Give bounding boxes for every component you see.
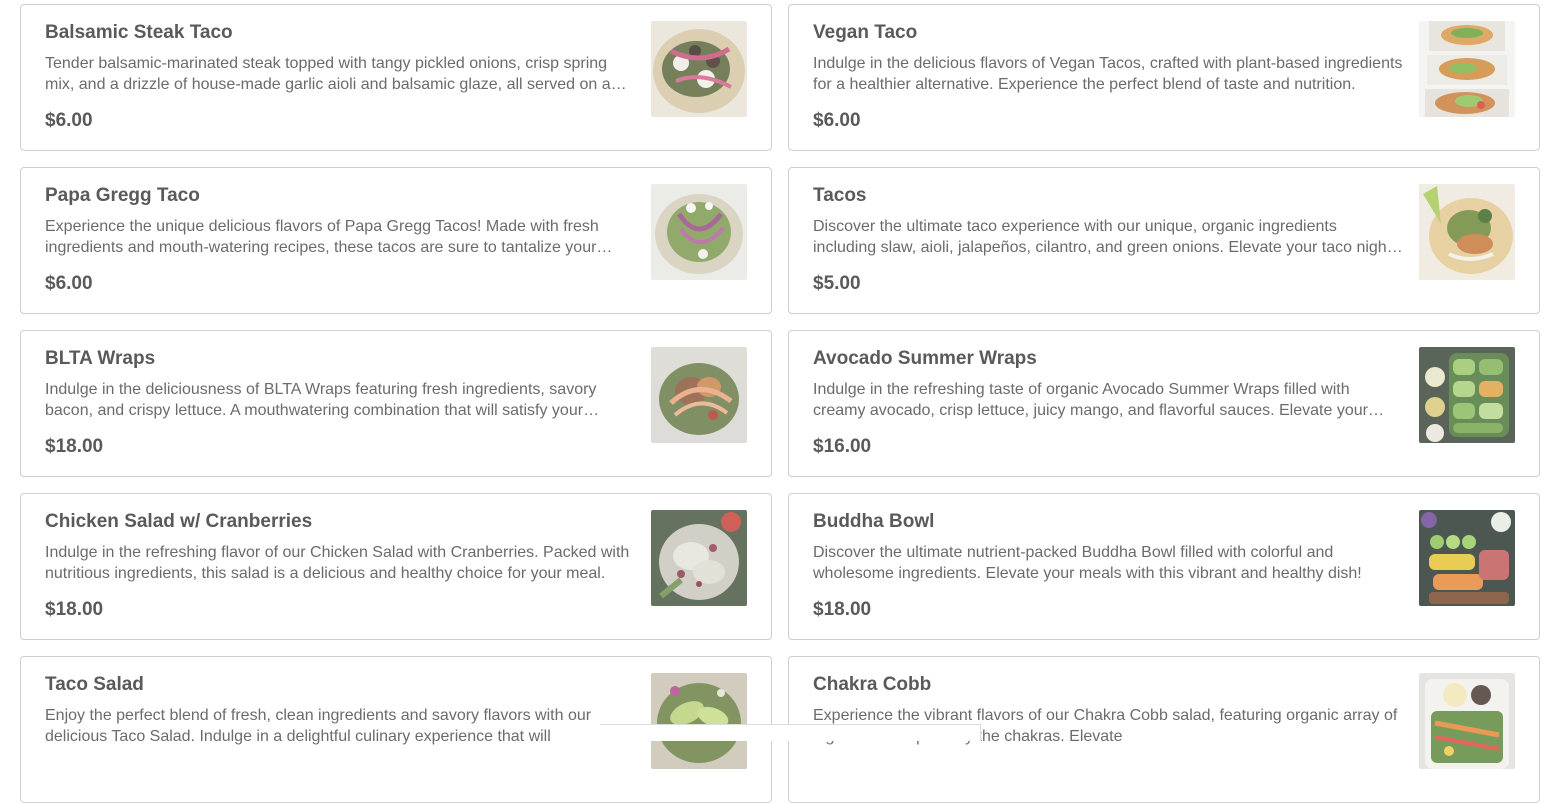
menu-item-name: Taco Salad [45,674,144,695]
chakra-cobb-photo [1419,673,1515,769]
papa-gregg-taco-photo [651,184,747,280]
chicken-salad-photo [651,510,747,606]
menu-item-price: $16.00 [813,436,872,457]
menu-item-description: Indulge in the deliciousness of BLTA Wra… [45,381,597,419]
menu-item-text: Buddha Bowl Discover the ultimate nutrie… [813,510,1403,584]
vegan-taco-photo [1419,21,1515,117]
menu-item-card[interactable]: BLTA Wraps Indulge in the deliciousness … [20,330,772,477]
menu-item-name: Chakra Cobb [813,674,932,695]
menu-item-price: $18.00 [813,599,872,620]
menu-item-name: Buddha Bowl [813,511,935,532]
menu-item-text: Tacos Discover the ultimate taco experie… [813,184,1403,258]
menu-item-price: $18.00 [45,599,104,620]
buddha-bowl-photo [1419,510,1515,606]
menu-item-text: Taco Salad Enjoy the perfect blend of fr… [45,673,635,747]
menu-item-card[interactable]: Chicken Salad w/ Cranberries Indulge in … [20,493,772,640]
menu-item-description: Indulge in the refreshing flavor of our … [45,544,630,582]
menu-item-card[interactable]: Balsamic Steak Taco Tender balsamic-mari… [20,4,772,151]
menu-item-description: Discover the ultimate taco experience wi… [813,218,1392,256]
menu-item-card[interactable]: Vegan Taco Indulge in the delicious flav… [788,4,1540,151]
menu-item-description: Discover the ultimate nutrient-packed Bu… [813,544,1362,582]
menu-item-card[interactable]: Tacos Discover the ultimate taco experie… [788,167,1540,314]
steak-taco-photo [651,21,747,117]
menu-item-name: Avocado Summer Wraps [813,348,1037,369]
menu-item-name: BLTA Wraps [45,348,156,369]
menu-item-description: Tender balsamic-marinated steak topped w… [45,55,611,93]
menu-item-price: $6.00 [45,273,93,294]
menu-item-name: Chicken Salad w/ Cranberries [45,511,313,532]
menu-item-price: $5.00 [813,273,861,294]
menu-item-name: Tacos [813,185,867,206]
menu-item-text: Papa Gregg Taco Experience the unique de… [45,184,635,258]
menu-item-card[interactable]: Avocado Summer Wraps Indulge in the refr… [788,330,1540,477]
menu-item-text: Avocado Summer Wraps Indulge in the refr… [813,347,1403,421]
menu-grid: Balsamic Steak Taco Tender balsamic-mari… [20,4,1540,803]
menu-item-description: Indulge in the refreshing taste of organ… [813,381,1368,419]
summer-wraps-photo [1419,347,1515,443]
menu-item-card[interactable]: Buddha Bowl Discover the ultimate nutrie… [788,493,1540,640]
menu-item-name: Vegan Taco [813,22,918,43]
menu-item-price: $6.00 [45,110,93,131]
menu-item-text: BLTA Wraps Indulge in the deliciousness … [45,347,635,421]
menu-item-description: Enjoy the perfect blend of fresh, clean … [45,707,592,745]
menu-item-name: Balsamic Steak Taco [45,22,233,43]
menu-item-card[interactable]: Papa Gregg Taco Experience the unique de… [20,167,772,314]
menu-item-name: Papa Gregg Taco [45,185,200,206]
menu-item-description: Experience the unique delicious flavors … [45,218,599,256]
menu-item-price: $18.00 [45,436,104,457]
taco-salad-photo [651,673,747,769]
menu-item-description: Indulge in the delicious flavors of Vega… [813,55,1403,93]
bottom-overlay-panel [600,724,981,741]
menu-item-text: Chicken Salad w/ Cranberries Indulge in … [45,510,635,584]
blta-wrap-photo [651,347,747,443]
menu-item-text: Balsamic Steak Taco Tender balsamic-mari… [45,21,635,95]
tacos-photo [1419,184,1515,280]
menu-item-text: Vegan Taco Indulge in the delicious flav… [813,21,1403,95]
menu-item-price: $6.00 [813,110,861,131]
